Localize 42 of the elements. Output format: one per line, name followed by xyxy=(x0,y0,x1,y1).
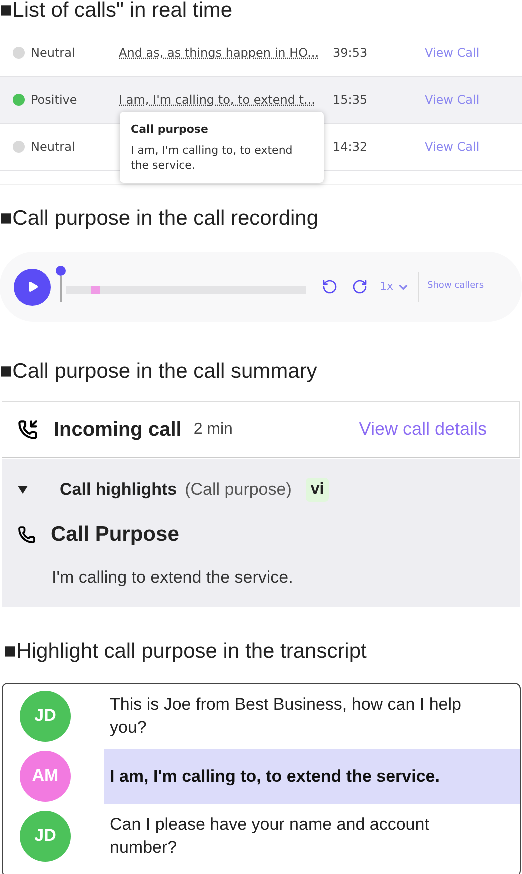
purpose-title: Call Purpose xyxy=(51,522,180,548)
sentiment-label: Neutral xyxy=(31,139,76,156)
call-snippet[interactable]: I am, I'm calling to, to extend t... xyxy=(119,93,316,107)
sentiment-label: Positive xyxy=(31,92,78,109)
language-badge: vi xyxy=(306,478,330,502)
call-duration: 14:32 xyxy=(333,139,369,156)
play-icon xyxy=(26,281,38,293)
transcript-line: Can I please have your name and account number? xyxy=(109,814,430,859)
avatar: AM xyxy=(20,750,71,802)
sentiment-label: Neutral xyxy=(31,45,76,62)
view-call-link[interactable]: View Call xyxy=(425,138,480,156)
rewind-icon xyxy=(322,279,338,295)
section-heading: ■Call purpose in the call recording xyxy=(0,208,320,232)
transcript-line: This is Joe from Best Business, how can I help you? xyxy=(109,694,462,739)
view-details-link[interactable]: View call details xyxy=(359,416,487,443)
summary-title: Incoming call xyxy=(54,418,182,442)
view-call-link[interactable]: View Call xyxy=(425,91,480,109)
rewind-button[interactable] xyxy=(322,279,338,295)
forward-button[interactable] xyxy=(352,279,368,295)
section-heading: ■Call purpose in the call summary xyxy=(0,361,318,385)
call-duration: 39:53 xyxy=(333,45,369,62)
purpose-text: I'm calling to extend the service. xyxy=(52,566,294,588)
play-button[interactable] xyxy=(14,268,51,306)
phone-icon xyxy=(18,526,36,544)
call-row[interactable]: Positive I am, I'm calling to, to extend t... 15:35 View Call xyxy=(0,77,522,124)
highlights-title: Call highlights xyxy=(60,479,178,502)
speed-button[interactable]: 1x xyxy=(380,278,410,296)
forward-icon xyxy=(352,279,368,295)
avatar: JD xyxy=(20,690,71,742)
incoming-call-icon xyxy=(18,420,38,440)
section-heading: ■Highlight call purpose in the transcript xyxy=(4,641,368,665)
show-callers-link[interactable]: Show callers xyxy=(428,280,484,294)
view-call-link[interactable]: View Call xyxy=(425,44,480,62)
call-snippet[interactable]: And as, as things happen in HO... xyxy=(119,46,320,60)
avatar: JD xyxy=(20,810,71,862)
tooltip-text: I am, I'm calling to, to extend the service. xyxy=(131,142,294,172)
tooltip-title: Call purpose xyxy=(131,122,210,138)
highlights-note: (Call purpose) xyxy=(185,479,292,502)
caret-icon xyxy=(18,486,28,494)
call-duration: 2 min xyxy=(194,420,233,440)
section-heading: ■List of calls" in real time xyxy=(0,0,234,24)
call-duration: 15:35 xyxy=(333,92,369,109)
